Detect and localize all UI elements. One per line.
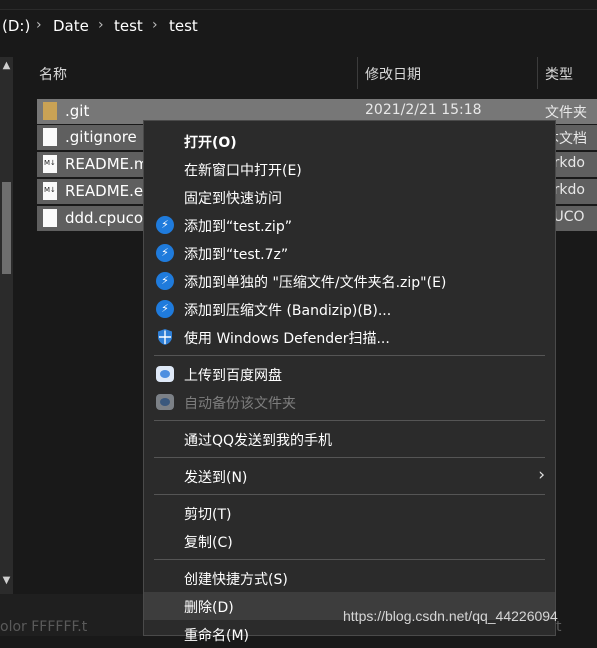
scrollbar-thumb[interactable] (2, 182, 11, 274)
chevron-right-icon[interactable]: › (98, 17, 104, 33)
menu-separator (154, 420, 545, 421)
file-name: README.e (65, 182, 144, 200)
breadcrumb-drive[interactable]: (D:) (2, 17, 30, 35)
menu-item-rename[interactable]: 重命名(M) (144, 620, 555, 648)
menu-separator (154, 457, 545, 458)
menu-item-create-shortcut[interactable]: 创建快捷方式(S) (144, 564, 555, 592)
column-header-name[interactable]: 名称 (39, 64, 67, 84)
column-divider[interactable] (357, 57, 358, 89)
menu-item-send-to[interactable]: 发送到(N) › (144, 462, 555, 490)
menu-item-qq-send-phone[interactable]: 通过QQ发送到我的手机 (144, 425, 555, 453)
menu-separator (154, 559, 545, 560)
column-header-type[interactable]: 类型 (545, 64, 573, 84)
chevron-right-icon[interactable]: › (36, 17, 42, 33)
scroll-up-icon[interactable]: ▲ (0, 60, 13, 74)
file-name: .git (65, 102, 90, 120)
file-type: 文件夹 (545, 105, 587, 121)
bandizip-icon: ⚡ (156, 244, 174, 262)
breadcrumb-test[interactable]: test (114, 17, 143, 35)
folder-icon (43, 102, 57, 120)
file-date: 2021/2/21 15:18 (365, 102, 482, 118)
menu-item-auto-backup: 自动备份该文件夹 (144, 388, 555, 416)
file-name: ddd.cpuco (65, 209, 144, 227)
menu-item-open-new-window[interactable]: 在新窗口中打开(E) (144, 155, 555, 183)
markdown-file-icon (43, 155, 57, 173)
text-file-icon (43, 209, 57, 227)
menu-item-open[interactable]: 打开(O) (144, 127, 555, 155)
defender-shield-icon (158, 329, 172, 345)
breadcrumb-date[interactable]: Date (53, 17, 89, 35)
markdown-file-icon (43, 182, 57, 200)
menu-item-add-separate-zip[interactable]: ⚡ 添加到单独的 "压缩文件/文件夹名.zip"(E) (144, 267, 555, 295)
bandizip-icon: ⚡ (156, 216, 174, 234)
column-divider[interactable] (537, 57, 538, 89)
menu-separator (154, 355, 545, 356)
menu-item-defender-scan[interactable]: 使用 Windows Defender扫描... (144, 323, 555, 351)
scroll-down-icon[interactable]: ▼ (0, 575, 13, 589)
bandizip-icon: ⚡ (156, 300, 174, 318)
menu-item-add-test-7z[interactable]: ⚡ 添加到“test.7z” (144, 239, 555, 267)
chevron-right-icon: › (538, 465, 545, 485)
text-file-icon (43, 128, 57, 146)
chevron-right-icon[interactable]: › (152, 17, 158, 33)
bandizip-icon: ⚡ (156, 272, 174, 290)
menu-item-pin-quick-access[interactable]: 固定到快速访问 (144, 183, 555, 211)
baidu-netdisk-icon (156, 366, 174, 382)
file-name: .gitignore (65, 128, 137, 146)
title-bar-edge (0, 0, 597, 10)
watermark-text: https://blog.csdn.net/qq_44226094 (343, 608, 558, 624)
menu-item-cut[interactable]: 剪切(T) (144, 499, 555, 527)
breadcrumb-test-current[interactable]: test (169, 17, 198, 35)
menu-separator (154, 494, 545, 495)
file-name: README.m (65, 155, 149, 173)
context-menu: 打开(O) 在新窗口中打开(E) 固定到快速访问 ⚡ 添加到“test.zip”… (143, 120, 556, 644)
menu-item-upload-baidu[interactable]: 上传到百度网盘 (144, 360, 555, 388)
address-bar[interactable] (0, 10, 597, 46)
menu-item-copy[interactable]: 复制(C) (144, 527, 555, 555)
column-header-date-modified[interactable]: 修改日期 (365, 64, 421, 84)
nav-scrollbar[interactable] (0, 57, 13, 594)
menu-item-add-test-zip[interactable]: ⚡ 添加到“test.zip” (144, 211, 555, 239)
partial-text: olor FFFFFF.t (0, 619, 88, 635)
baidu-netdisk-icon (156, 394, 174, 410)
menu-item-add-bandizip[interactable]: ⚡ 添加到压缩文件 (Bandizip)(B)... (144, 295, 555, 323)
